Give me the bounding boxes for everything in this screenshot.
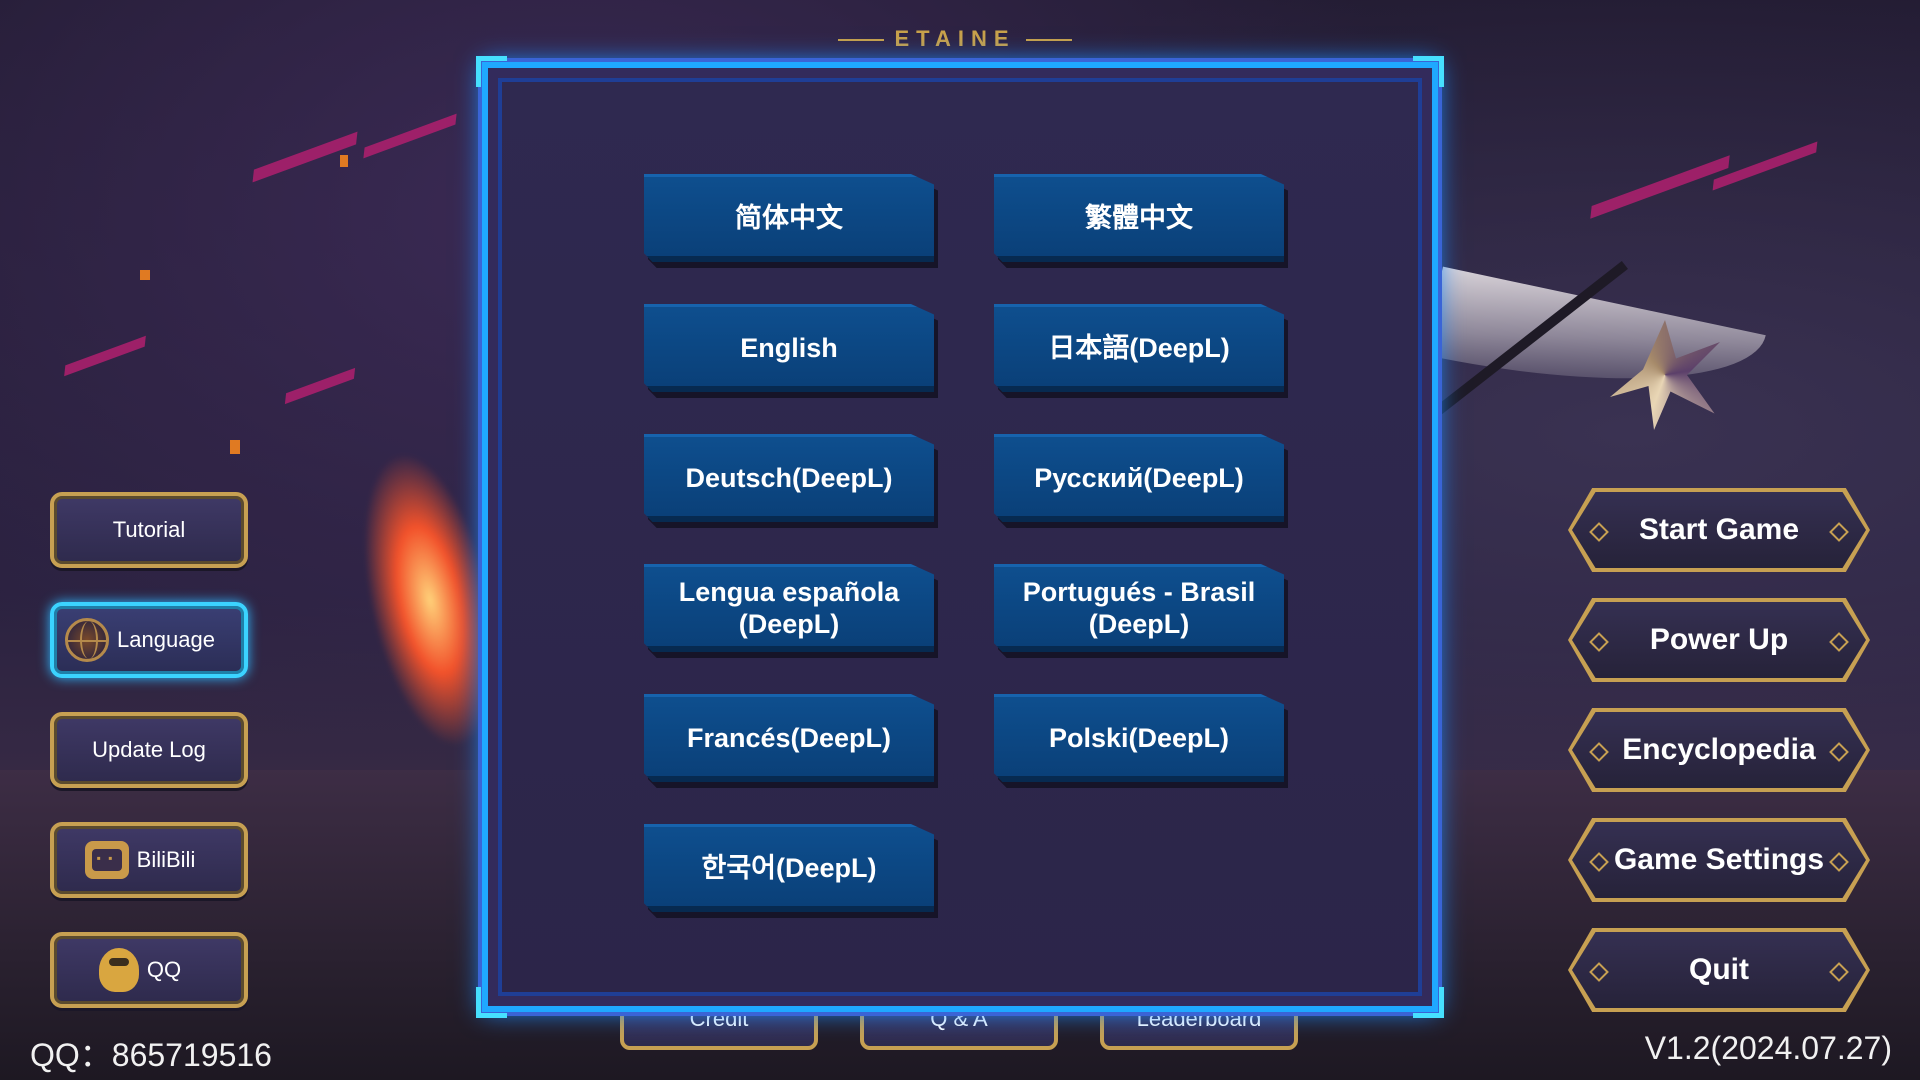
diamond-icon bbox=[1829, 522, 1849, 542]
dialog-corner bbox=[476, 56, 507, 87]
dialog-corner bbox=[476, 987, 507, 1018]
language-option-japanese[interactable]: 日本語(DeepL) bbox=[994, 304, 1284, 392]
language-dialog: 简体中文 繁體中文 English 日本語(DeepL) Deutsch(Dee… bbox=[476, 56, 1444, 1018]
game-settings-label: Game Settings bbox=[1613, 843, 1825, 876]
game-title: ETAINE bbox=[820, 26, 1090, 52]
diamond-icon bbox=[1829, 632, 1849, 652]
language-option-english[interactable]: English bbox=[644, 304, 934, 392]
tutorial-label: Tutorial bbox=[112, 517, 186, 542]
encyclopedia-button[interactable]: Encyclopedia bbox=[1572, 712, 1866, 788]
background-ember bbox=[230, 440, 240, 454]
background-shard bbox=[284, 367, 356, 405]
power-up-label: Power Up bbox=[1649, 623, 1789, 656]
dialog-corner bbox=[1413, 56, 1444, 87]
language-option-portuguese-br[interactable]: Portugués - Brasil (DeepL) bbox=[994, 564, 1284, 652]
penguin-icon bbox=[98, 948, 139, 992]
background-shard bbox=[1590, 155, 1730, 219]
tv-icon bbox=[84, 841, 129, 879]
diamond-icon bbox=[1829, 962, 1849, 982]
language-option-zh-hant[interactable]: 繁體中文 bbox=[994, 174, 1284, 262]
game-settings-button[interactable]: Game Settings bbox=[1572, 822, 1866, 898]
language-option-german[interactable]: Deutsch(DeepL) bbox=[644, 434, 934, 522]
update-log-button[interactable]: Update Log bbox=[50, 712, 248, 788]
background-shard bbox=[64, 335, 146, 377]
version-label: V1.2(2024.07.27) bbox=[1644, 1030, 1892, 1066]
diamond-icon bbox=[1589, 852, 1609, 872]
language-button[interactable]: Language bbox=[50, 602, 248, 678]
diamond-icon bbox=[1589, 632, 1609, 652]
dialog-corner bbox=[1413, 987, 1444, 1018]
background-shard bbox=[363, 113, 457, 159]
bilibili-label: BiliBili bbox=[136, 847, 196, 872]
diamond-icon bbox=[1589, 522, 1609, 542]
language-option-russian[interactable]: Русский(DeepL) bbox=[994, 434, 1284, 522]
language-option-polish[interactable]: Polski(DeepL) bbox=[994, 694, 1284, 782]
diamond-icon bbox=[1829, 742, 1849, 762]
qq-label: QQ bbox=[146, 957, 182, 982]
update-log-label: Update Log bbox=[92, 737, 206, 762]
quit-label: Quit bbox=[1689, 953, 1749, 986]
power-up-button[interactable]: Power Up bbox=[1572, 602, 1866, 678]
diamond-icon bbox=[1589, 962, 1609, 982]
language-label: Language bbox=[117, 627, 215, 652]
bilibili-button[interactable]: BiliBili bbox=[50, 822, 248, 898]
diamond-icon bbox=[1829, 852, 1849, 872]
quit-button[interactable]: Quit bbox=[1572, 932, 1866, 1008]
encyclopedia-label: Encyclopedia bbox=[1622, 733, 1816, 766]
background-ember bbox=[340, 155, 348, 167]
start-game-label: Start Game bbox=[1638, 513, 1800, 546]
language-option-spanish[interactable]: Lengua española (DeepL) bbox=[644, 564, 934, 652]
language-option-zh-hans[interactable]: 简体中文 bbox=[644, 174, 934, 262]
language-option-french[interactable]: Francés(DeepL) bbox=[644, 694, 934, 782]
tutorial-button[interactable]: Tutorial bbox=[50, 492, 248, 568]
qq-group-number: QQ：865719516 bbox=[30, 1037, 272, 1073]
start-game-button[interactable]: Start Game bbox=[1572, 492, 1866, 568]
diamond-icon bbox=[1589, 742, 1609, 762]
qq-button[interactable]: QQ bbox=[50, 932, 248, 1008]
background-ember bbox=[140, 270, 150, 280]
globe-icon bbox=[65, 618, 110, 662]
language-option-korean[interactable]: 한국어(DeepL) bbox=[644, 824, 934, 912]
